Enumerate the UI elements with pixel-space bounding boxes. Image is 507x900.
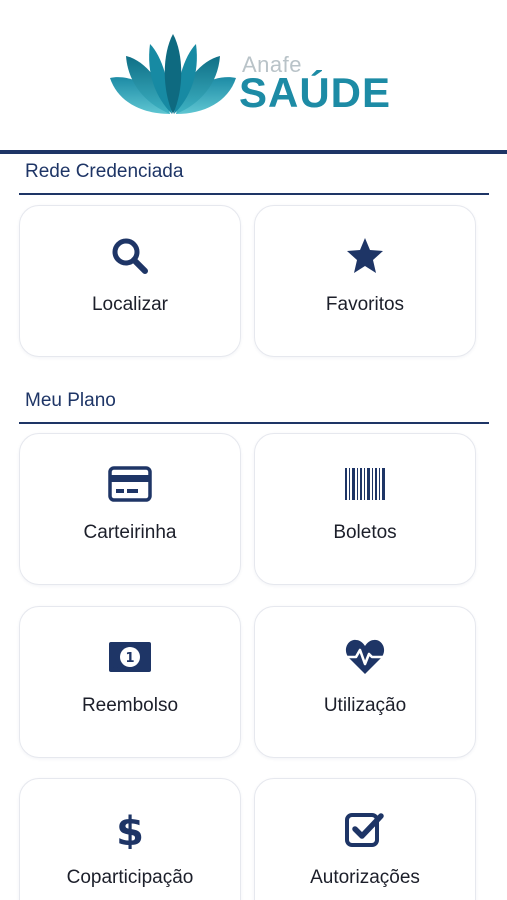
svg-text:1: 1 <box>125 651 134 666</box>
lotus-logo-icon <box>110 34 236 114</box>
autorizacoes-card[interactable]: Autorizações <box>254 778 476 900</box>
section-divider <box>19 422 489 424</box>
favoritos-label: Favoritos <box>325 294 405 315</box>
anafe-saude-logo: Anafe SAÚDE <box>108 34 408 118</box>
coparticipacao-label: Coparticipação <box>66 867 194 888</box>
carteirinha-label: Carteirinha <box>83 522 177 543</box>
carteirinha-card[interactable]: Carteirinha <box>19 433 241 585</box>
checkbox-checked-icon <box>342 809 388 849</box>
dollar-sign-icon: $ <box>107 809 153 849</box>
section-title-meu-plano: Meu Plano <box>25 390 116 411</box>
utilizacao-label: Utilização <box>323 695 407 716</box>
reembolso-label: Reembolso <box>81 695 179 716</box>
boletos-label: Boletos <box>333 522 397 543</box>
barcode-icon <box>342 464 388 504</box>
svg-text:$: $ <box>116 809 144 849</box>
star-icon <box>342 236 388 276</box>
app-header: Anafe SAÚDE <box>0 0 507 150</box>
credit-card-icon <box>107 464 153 504</box>
money-bill-icon: 1 <box>107 637 153 677</box>
reembolso-card[interactable]: 1 Reembolso <box>19 606 241 758</box>
coparticipacao-card[interactable]: $ Coparticipação <box>19 778 241 900</box>
boletos-card[interactable]: Boletos <box>254 433 476 585</box>
section-divider <box>19 193 489 195</box>
section-title-rede-credenciada: Rede Credenciada <box>25 161 184 182</box>
localizar-card[interactable]: Localizar <box>19 205 241 357</box>
heartbeat-icon <box>342 637 388 677</box>
header-divider <box>0 150 507 154</box>
utilizacao-card[interactable]: Utilização <box>254 606 476 758</box>
localizar-label: Localizar <box>91 294 169 315</box>
brand-big-text: SAÚDE <box>239 69 392 116</box>
autorizacoes-label: Autorizações <box>310 867 420 888</box>
search-icon <box>107 236 153 276</box>
favoritos-card[interactable]: Favoritos <box>254 205 476 357</box>
